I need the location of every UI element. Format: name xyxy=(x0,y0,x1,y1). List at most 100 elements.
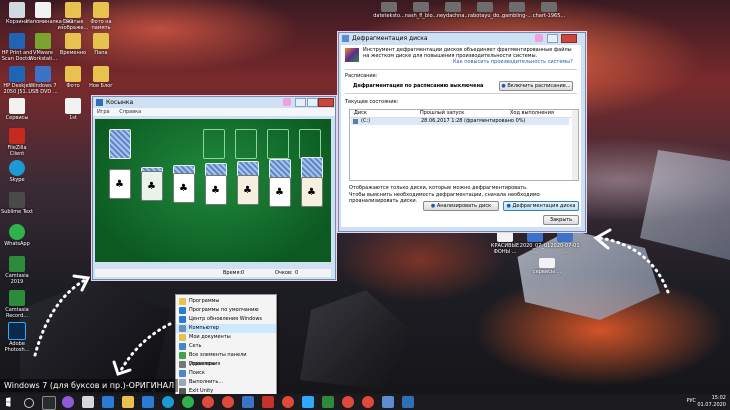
desktop-file[interactable]: 2020-07-01 ... xyxy=(548,232,582,255)
desktop-icon-folder[interactable]: Папа xyxy=(84,33,118,56)
desktop-file[interactable]: chart-1965... xyxy=(532,2,566,19)
minimize-button[interactable] xyxy=(295,98,306,107)
col-progress[interactable]: Ход выполнения xyxy=(510,110,554,117)
tableau-card[interactable]: ♣ xyxy=(237,175,259,205)
desktop-file[interactable]: neydachna... xyxy=(436,2,470,19)
desktop-icon-shortcut[interactable]: Напоминалка_ICO xyxy=(26,2,73,25)
desktop-file[interactable]: gambling-... xyxy=(500,2,534,19)
yandex-browser-icon[interactable] xyxy=(202,396,214,408)
menu-game[interactable]: Игра xyxy=(97,109,110,115)
desktop-icon-camtasia[interactable]: Camtasia 2019 xyxy=(0,256,34,285)
desktop-icon-folder[interactable]: Фото на память xyxy=(84,2,118,31)
menu-help[interactable]: Справка xyxy=(119,109,141,115)
desktop-icon-whatsapp[interactable]: WhatsApp xyxy=(0,224,34,247)
camtasia-icon[interactable] xyxy=(322,396,334,408)
start-windows-icon[interactable] xyxy=(6,397,11,407)
desktop-file[interactable]: nash_fl_blo... xyxy=(404,2,438,19)
foundation-slot[interactable] xyxy=(235,129,257,159)
analyze-disk-button[interactable]: ● Анализировать диск xyxy=(423,201,499,211)
defrag-taskbar-icon[interactable] xyxy=(382,396,394,408)
dotted-arrow xyxy=(112,322,172,376)
defrag-help-link[interactable]: Как повысить производительность системы? xyxy=(453,59,573,65)
minimize-button[interactable] xyxy=(547,34,558,43)
tableau-card[interactable]: ♣ xyxy=(301,177,323,207)
foundation-slot[interactable] xyxy=(299,129,321,159)
tableau-card[interactable]: ♣ xyxy=(205,175,227,205)
menu-item-network[interactable]: Сеть xyxy=(176,342,276,351)
recycle-bin-icon xyxy=(9,2,25,18)
whatsapp-icon[interactable] xyxy=(182,396,194,408)
solitaire-taskbar-icon[interactable] xyxy=(402,396,414,408)
maximize-button[interactable] xyxy=(307,98,318,107)
enable-schedule-button[interactable]: ● Включить расписание... xyxy=(499,81,573,91)
close-button[interactable] xyxy=(561,34,577,43)
clock-time[interactable]: 15:02 xyxy=(697,395,726,402)
table-scrollbar[interactable] xyxy=(572,110,578,180)
menu-item-default-programs[interactable]: Программы по умолчанию xyxy=(176,306,276,315)
search-icon[interactable] xyxy=(24,398,34,408)
tableau-card[interactable]: ♣ xyxy=(141,171,163,201)
desktop-icon-vmware[interactable]: VMware Workstati... xyxy=(26,33,60,62)
desktop-file[interactable]: dateteksto... xyxy=(372,2,406,19)
desktop-icon-photoshop[interactable]: Adobe Photosh... xyxy=(0,322,34,353)
col-disk[interactable]: Диск xyxy=(354,110,367,117)
close-button[interactable] xyxy=(318,98,334,107)
defrag-titlebar[interactable]: Дефрагментация диска xyxy=(339,33,585,44)
tableau-card[interactable]: ♣ xyxy=(173,173,195,203)
foundation-slot[interactable] xyxy=(203,129,225,159)
foundation-slot[interactable] xyxy=(267,129,289,159)
app-icon[interactable] xyxy=(262,396,274,408)
yandex-browser-icon[interactable] xyxy=(362,396,374,408)
close-dialog-button[interactable]: Закрыть xyxy=(543,215,579,225)
desktop-icon-camtasia-recorder[interactable]: Camtasia Record... xyxy=(0,290,34,319)
photoshop-icon[interactable] xyxy=(302,396,314,408)
yandex-browser-icon[interactable] xyxy=(342,396,354,408)
yandex-browser-icon[interactable] xyxy=(282,396,294,408)
menu-item-run[interactable]: Выполнить... xyxy=(176,378,276,387)
tableau-card[interactable]: ♣ xyxy=(269,177,291,207)
desktop-icon-filezilla[interactable]: FileZilla Client xyxy=(0,128,34,157)
filezilla-icon xyxy=(9,128,25,144)
tableau-card[interactable]: ♣ xyxy=(109,169,131,199)
menu-item-control-panel[interactable]: Все элементы панели управления xyxy=(176,351,276,367)
messenger-icon[interactable] xyxy=(62,396,74,408)
menu-item-printers[interactable]: Принтеры xyxy=(176,360,276,369)
pin-icon[interactable] xyxy=(283,98,291,106)
stock-pile[interactable] xyxy=(109,129,131,159)
desktop-icon-services[interactable]: Сервисы xyxy=(0,98,34,121)
run-icon xyxy=(179,379,186,386)
store-icon[interactable] xyxy=(102,396,114,408)
desktop-icon-usb-tool[interactable]: Windows 7 USB DVD ... xyxy=(26,66,60,95)
task-view-icon[interactable] xyxy=(42,396,56,410)
desktop-icon-skype[interactable]: Skype xyxy=(0,160,34,183)
menu-item-search[interactable]: Поиск xyxy=(176,369,276,378)
menu-item-computer[interactable]: Компьютер xyxy=(176,324,276,333)
language-indicator[interactable]: РУС xyxy=(686,398,696,405)
menu-item-documents[interactable]: Мои документы xyxy=(176,333,276,342)
skype-icon[interactable] xyxy=(162,396,174,408)
calculator-icon[interactable] xyxy=(82,396,94,408)
desktop-icon-text[interactable]: 1st xyxy=(56,98,90,121)
yandex-browser-icon[interactable] xyxy=(222,396,234,408)
clock-date[interactable]: 01.07.2020 xyxy=(697,402,726,409)
desktop-icon-sublime[interactable]: Sublime Text xyxy=(0,192,34,215)
defragment-disk-button[interactable]: ● Дефрагментация диска xyxy=(503,201,579,211)
solitaire-titlebar[interactable]: Косынка xyxy=(93,97,335,108)
app-icon[interactable] xyxy=(242,396,254,408)
defrag-window[interactable]: Дефрагментация диска Инструмент дефрагме… xyxy=(338,32,586,232)
col-last-run[interactable]: Прошлый запуск xyxy=(420,110,464,117)
pin-icon[interactable] xyxy=(535,34,543,42)
image-file-icon xyxy=(557,232,573,242)
folder-icon[interactable] xyxy=(122,396,134,408)
desktop-file[interactable]: rabotayu_do... xyxy=(468,2,504,19)
browser-icon[interactable] xyxy=(142,396,154,408)
menu-item-windows-update[interactable]: Центр обновления Windows xyxy=(176,315,276,324)
taskbar: РУС 15:02 01.07.2020 xyxy=(0,394,730,410)
desktop-file[interactable]: КРАСИВЫЕ ФОНЫ ... xyxy=(488,232,522,255)
menu-item-programs[interactable]: Программы xyxy=(176,297,276,306)
desktop-file[interactable]: сервисы ... xyxy=(530,258,564,275)
solitaire-window[interactable]: Косынка Игра Справка ♣ ♣ ♣ ♣ ♣ ♣ ♣ Время… xyxy=(92,96,336,280)
table-row[interactable]: (C:) 28.06.2017 1:28 (фрагментировано 0%… xyxy=(351,118,569,125)
desktop-icon-folder[interactable]: Нов Блог xyxy=(84,66,118,89)
desktop-file[interactable]: 2020_07_01 ... xyxy=(518,232,552,255)
